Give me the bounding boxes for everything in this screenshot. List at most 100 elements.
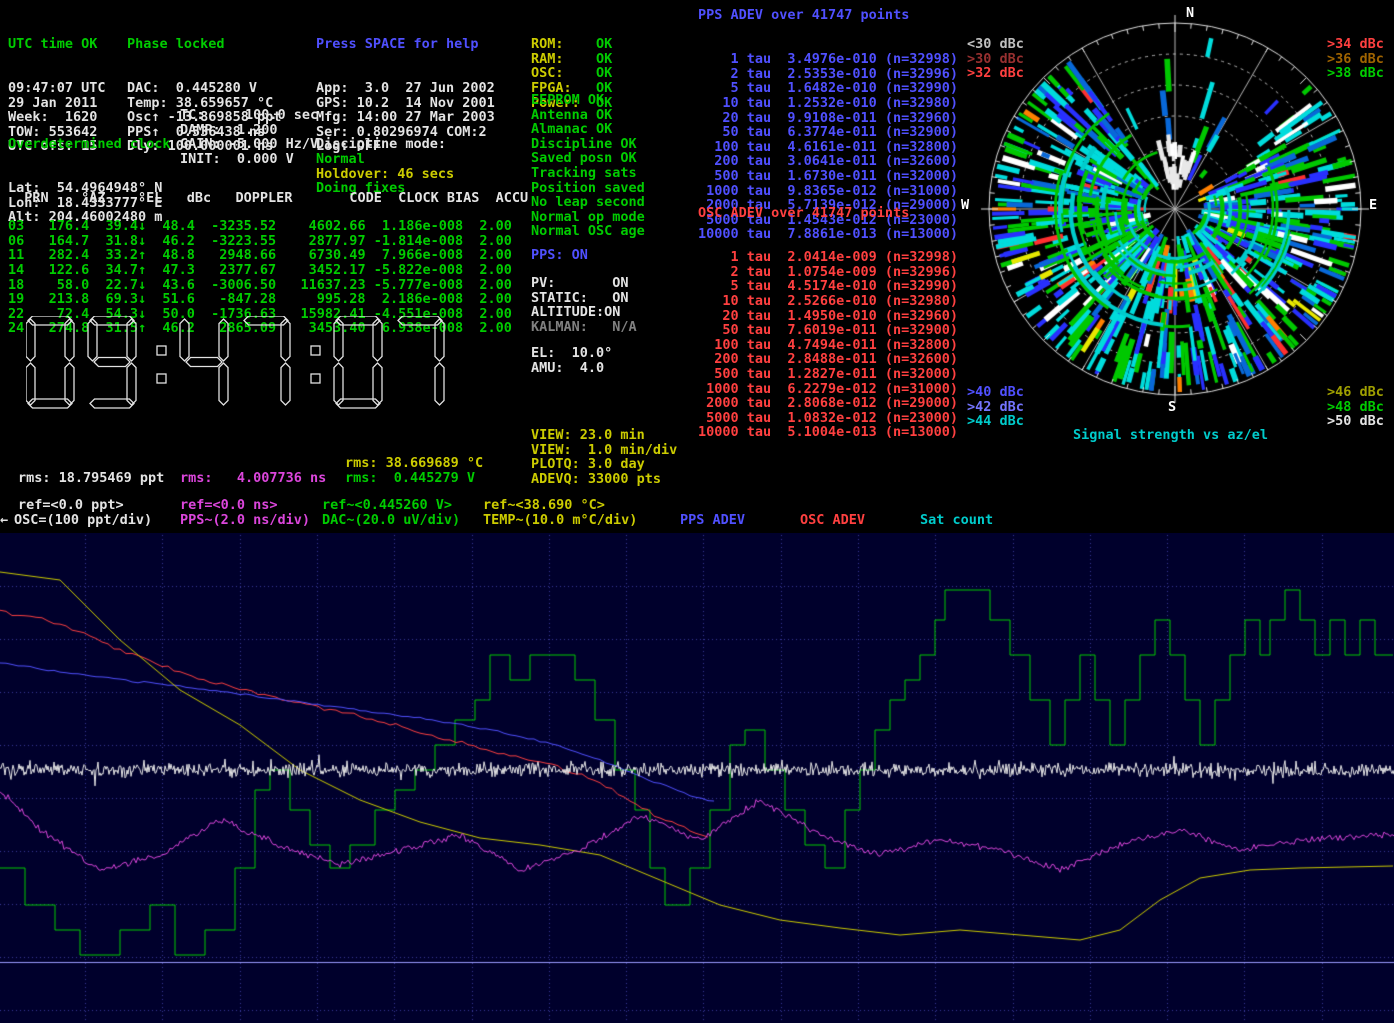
view-settings: VIEW: 23.0 min VIEW: 1.0 min/div PLOTQ: … [531,428,677,486]
sat-code: 4602.66 [276,219,365,234]
gps-status-list: EEPROM OK Antenna OK Almanac OK Discipli… [531,93,645,239]
osc-adev-label: OSC ADEV [800,513,865,528]
sat-accu: 2.00 [463,292,512,307]
adev-value: 5.1004e-013 [771,425,877,440]
kalman-state: KALMAN: N/A [531,320,637,335]
adev-row: 2000 tau2.8068e-012(n=29000) [698,396,958,411]
sat-accu: 2.00 [463,307,512,322]
adev-n: (n=32960) [877,309,958,324]
sat-code: 11637.23 [276,278,365,293]
adev-tau: 20 tau [698,309,771,324]
adev-n: (n=32980) [877,294,958,309]
legend-item: >40 dBc [967,385,1024,400]
sat-bias: -5.777e-008 [366,278,464,293]
adev-n: (n=32900) [877,323,958,338]
loop-params: TC: 100.0 sec DAMP: 1.200 GAIN: -5.000 H… [180,108,318,166]
adev-value: 3.0641e-011 [771,154,877,169]
fix-flags: PV: ON STATIC: ON ALTITUDE:ON [531,276,629,320]
sat-code: 2877.97 [276,234,365,249]
sat-count-label: Sat count [920,513,993,528]
adev-row: 100 tau4.7494e-011(n=32800) [698,338,958,353]
adev-row: 500 tau1.2827e-011(n=32000) [698,367,958,382]
adev-n: (n=32990) [877,81,958,96]
sat-row: 19213.869.3↓51.6-847.28995.282.186e-0082… [8,292,512,307]
legend-item: >42 dBc [967,400,1024,415]
sat-code: 3452.17 [276,263,365,278]
sat-el: 69.3↓ [89,292,146,307]
strip-chart-canvas[interactable] [0,533,1394,1023]
adev-row: 10000 tau5.1004e-013(n=13000) [698,425,958,440]
adev-tau: 1000 tau [698,382,771,397]
sat-doppler: -3223.55 [195,234,276,249]
sat-el: 33.2↑ [89,248,146,263]
osc-ref: ref=<0.0 ppt> [18,498,124,513]
adev-value: 2.5266e-010 [771,294,877,309]
sat-bias: -1.814e-008 [366,234,464,249]
check-label: ROM: [531,37,596,52]
receiver-check-item: RAM:OK [531,52,612,67]
sat-accu: 2.00 [463,263,512,278]
legend-item: >30 dBc [967,52,1024,67]
sat-accu: 2.00 [463,321,512,336]
adev-value: 1.6730e-011 [771,169,877,184]
adev-tau: 200 tau [698,352,771,367]
sat-doppler: 2377.67 [195,263,276,278]
adev-tau: 5 tau [698,279,771,294]
sat-bias: 1.186e-008 [366,219,464,234]
adev-row: 50 tau6.3774e-011(n=32900) [698,125,958,140]
adev-n: (n=32900) [877,125,958,140]
sat-dbc: 43.6 [146,278,195,293]
sat-row: 1858.022.7↓43.6-3006.5011637.23-5.777e-0… [8,278,512,293]
adev-row: 50 tau7.6019e-011(n=32900) [698,323,958,338]
sat-bias: 2.186e-008 [366,292,464,307]
adev-value: 4.5174e-010 [771,279,877,294]
adev-row: 5 tau1.6482e-010(n=32990) [698,81,958,96]
adev-n: (n=31000) [877,184,958,199]
adev-tau: 2000 tau [698,396,771,411]
adev-n: (n=32800) [877,338,958,353]
adev-row: 10 tau1.2532e-010(n=32980) [698,96,958,111]
temp-ref: ref~<38.690 °C> [483,498,605,513]
adev-tau: 2 tau [698,67,771,82]
adev-n: (n=32998) [877,52,958,67]
rms-temp: rms: 38.669689 °C [345,456,483,471]
legend-item: >36 dBc [1327,52,1384,67]
adev-tau: 1000 tau [698,184,771,199]
signal-map-caption: Signal strength vs az/el [1073,428,1268,443]
pps-state: PPS: ON [531,248,588,263]
sat-prn: 11 [8,248,32,263]
sat-dbc: 51.6 [146,292,195,307]
sat-row: 14122.634.7↑47.32377.673452.17-5.822e-00… [8,263,512,278]
sat-doppler: -3006.50 [195,278,276,293]
adev-tau: 10 tau [698,294,771,309]
osc-adev-table: 1 tau2.0414e-009(n=32998)2 tau1.0754e-00… [698,221,958,440]
scroll-left-arrow-icon[interactable]: ← [0,513,8,528]
sat-prn: 18 [8,278,32,293]
adev-n: (n=32600) [877,352,958,367]
adev-value: 1.0832e-012 [771,411,877,426]
sat-accu: 2.00 [463,234,512,249]
pps-adev-label: PPS ADEV [680,513,745,528]
adev-tau: 200 tau [698,154,771,169]
signal-map-polar-plot[interactable] [980,14,1370,404]
lady-heather-screen: { "colors":{"green":"#00cc00","white":"#… [0,0,1394,1023]
sat-dbc: 47.3 [146,263,195,278]
pps-scale: PPS~(2.0 ns/div) [180,513,310,528]
adev-value: 9.9108e-011 [771,111,877,126]
osc-adev-title: OSC ADEV over 41747 points [698,206,909,221]
check-value: OK [596,65,612,81]
adev-row: 20 tau9.9108e-011(n=32960) [698,111,958,126]
adev-row: 200 tau3.0641e-011(n=32600) [698,154,958,169]
sat-row: 03176.439.4↓48.4-3235.524602.661.186e-00… [8,219,512,234]
check-label: OSC: [531,66,596,81]
adev-n: (n=23000) [877,411,958,426]
adev-row: 1 tau3.4976e-010(n=32998) [698,52,958,67]
adev-tau: 50 tau [698,323,771,338]
phase-status: Phase locked [127,37,281,52]
sat-accu: 2.00 [463,248,512,263]
sat-table-rows: 03176.439.4↓48.4-3235.524602.661.186e-00… [8,190,512,336]
adev-row: 100 tau4.6161e-011(n=32800) [698,140,958,155]
adev-row: 500 tau1.6730e-011(n=32000) [698,169,958,184]
seven-segment-clock [26,316,466,414]
adev-n: (n=31000) [877,382,958,397]
